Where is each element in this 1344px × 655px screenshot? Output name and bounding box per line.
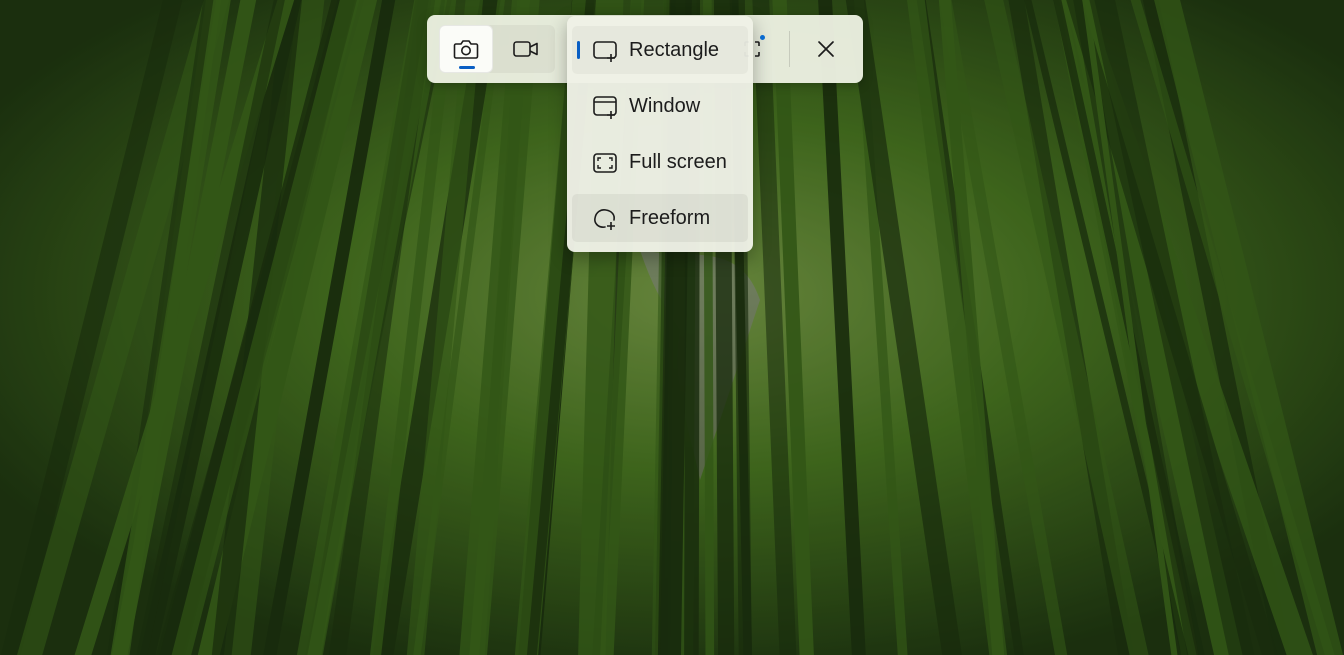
capture-mode-toggle xyxy=(439,25,555,73)
capture-shape-menu: Rectangle Window Full screen Freeform xyxy=(567,16,753,252)
menu-item-label: Full screen xyxy=(629,151,727,173)
menu-item-window[interactable]: Window xyxy=(572,82,748,130)
menu-item-rectangle[interactable]: Rectangle xyxy=(572,26,748,74)
menu-item-label: Rectangle xyxy=(629,39,720,61)
snapshot-mode-button[interactable] xyxy=(439,25,493,73)
menu-item-label: Freeform xyxy=(629,207,711,229)
menu-item-label: Window xyxy=(629,95,701,117)
close-button[interactable] xyxy=(807,30,845,68)
menu-item-freeform[interactable]: Freeform xyxy=(572,194,748,242)
active-mode-indicator xyxy=(459,66,475,69)
selected-indicator xyxy=(577,41,580,59)
fullscreen-snip-icon xyxy=(593,153,617,173)
video-camera-icon xyxy=(513,41,538,57)
toolbar-divider xyxy=(789,31,790,67)
rectangle-snip-icon xyxy=(593,41,617,62)
menu-item-full-screen[interactable]: Full screen xyxy=(572,138,748,186)
camera-icon xyxy=(453,40,479,59)
notification-dot xyxy=(760,35,765,40)
record-mode-button[interactable] xyxy=(499,25,553,73)
window-snip-icon xyxy=(593,96,617,119)
close-icon xyxy=(818,41,834,57)
freeform-snip-icon xyxy=(594,209,615,230)
